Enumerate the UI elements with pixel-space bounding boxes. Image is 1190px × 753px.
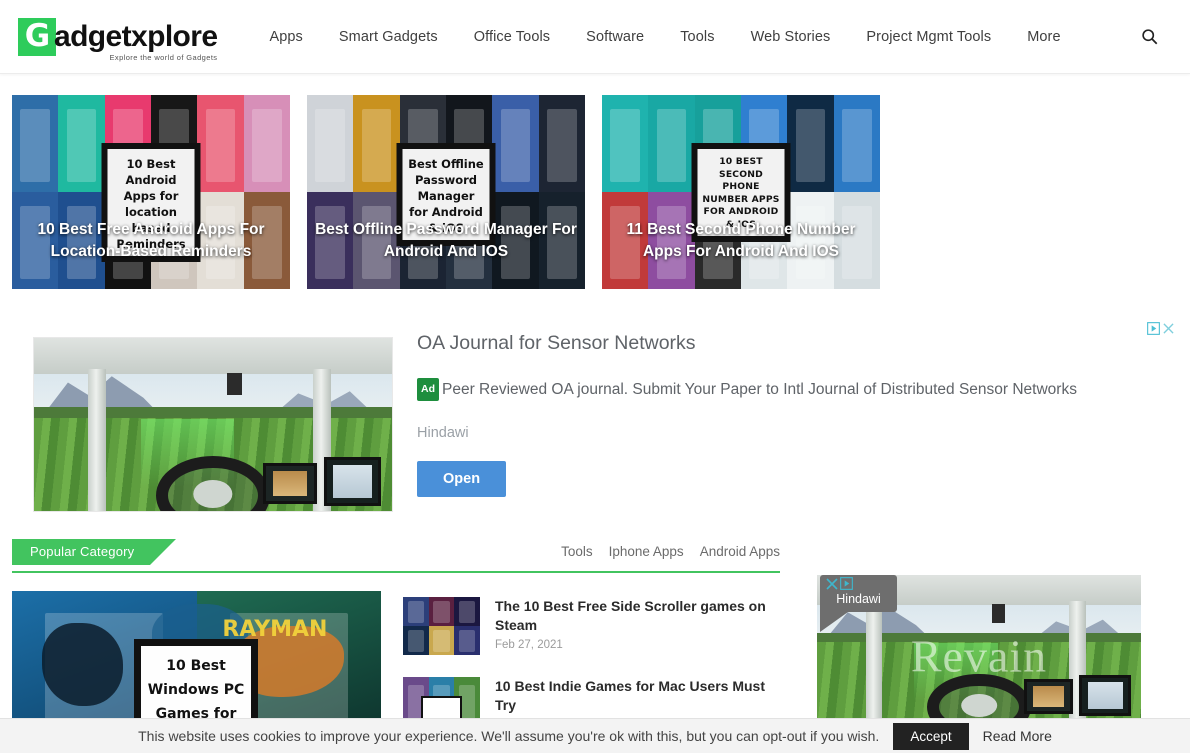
list-item[interactable]: The 10 Best Free Side Scroller games on … bbox=[403, 591, 780, 671]
ad-badge: Ad bbox=[417, 378, 439, 401]
nav-item-tools[interactable]: Tools bbox=[662, 21, 732, 53]
nav-item-software[interactable]: Software bbox=[568, 21, 662, 53]
nav-item-apps[interactable]: Apps bbox=[251, 21, 320, 53]
adchoices-icon bbox=[840, 577, 853, 590]
nav-item-office-tools[interactable]: Office Tools bbox=[456, 21, 568, 53]
adchoices-controls[interactable] bbox=[1147, 322, 1174, 335]
close-icon bbox=[826, 577, 838, 590]
popular-category-arrow-decoration bbox=[150, 539, 177, 565]
advertisement-image[interactable] bbox=[33, 337, 393, 512]
cookie-message: This website uses cookies to improve you… bbox=[138, 728, 880, 744]
ad-description: Ad Peer Reviewed OA journal. Submit Your … bbox=[417, 378, 1138, 401]
logo-wordmark: adgetxplore bbox=[54, 19, 218, 53]
list-item-title[interactable]: 10 Best Indie Games for Mac Users Must T… bbox=[495, 677, 780, 715]
nav-item-project-mgmt-tools[interactable]: Project Mgmt Tools bbox=[848, 21, 1009, 53]
logo-tagline: Explore the world of Gadgets bbox=[109, 52, 218, 62]
nav-item-web-stories[interactable]: Web Stories bbox=[733, 21, 849, 53]
main-navigation: Apps Smart Gadgets Office Tools Software… bbox=[251, 21, 1134, 53]
featured-post-card[interactable]: 10 BEST SECOND PHONE NUMBER APPS FOR AND… bbox=[602, 95, 880, 289]
search-icon[interactable] bbox=[1134, 22, 1164, 52]
popular-category-header: Popular Category Tools Iphone Apps Andro… bbox=[12, 539, 780, 569]
cookie-consent-bar: This website uses cookies to improve you… bbox=[0, 718, 1190, 753]
sidebar-ad-watermark: Revain bbox=[910, 630, 1048, 682]
tab-iphone-apps[interactable]: Iphone Apps bbox=[609, 544, 684, 559]
adchoices-icon bbox=[1147, 322, 1160, 335]
featured-post-title: Best Offline Password Manager For Androi… bbox=[315, 221, 577, 260]
cookie-accept-button[interactable]: Accept bbox=[893, 722, 969, 750]
list-item-title[interactable]: The 10 Best Free Side Scroller games on … bbox=[495, 597, 780, 635]
ad-open-button[interactable]: Open bbox=[417, 461, 507, 497]
close-icon bbox=[1163, 323, 1174, 334]
sidebar-ad-controls[interactable] bbox=[826, 577, 853, 590]
site-header: G adgetxplore Explore the world of Gadge… bbox=[0, 0, 1190, 74]
cookie-read-more-link[interactable]: Read More bbox=[983, 728, 1052, 744]
featured-post-title: 11 Best Second Phone Number Apps For And… bbox=[626, 221, 856, 260]
main-advertisement[interactable]: OA Journal for Sensor Networks Ad Peer Re… bbox=[12, 318, 1178, 512]
popular-category-label: Popular Category bbox=[12, 539, 151, 565]
tab-tools[interactable]: Tools bbox=[561, 544, 593, 559]
nav-item-more[interactable]: More bbox=[1009, 21, 1078, 53]
featured-posts-row: 10 Best Android Apps for location based … bbox=[0, 74, 1190, 289]
featured-post-card[interactable]: Best Offline Password Manager for Androi… bbox=[307, 95, 585, 289]
sidebar-ad-advertiser-name: Hindawi bbox=[836, 592, 881, 606]
nav-item-smart-gadgets[interactable]: Smart Gadgets bbox=[321, 21, 456, 53]
list-item-date: Feb 27, 2021 bbox=[495, 639, 563, 651]
featured-post-title: 10 Best Free Android Apps For Location-B… bbox=[37, 221, 265, 260]
tab-android-apps[interactable]: Android Apps bbox=[700, 544, 780, 559]
ad-description-text: Peer Reviewed OA journal. Submit Your Pa… bbox=[442, 381, 1077, 398]
category-tabs: Tools Iphone Apps Android Apps bbox=[561, 539, 780, 559]
featured-post-card[interactable]: 10 Best Android Apps for location based … bbox=[12, 95, 290, 289]
ad-headline[interactable]: OA Journal for Sensor Networks bbox=[417, 330, 1138, 356]
logo-mark-icon: G bbox=[18, 17, 56, 56]
site-logo[interactable]: G adgetxplore Explore the world of Gadge… bbox=[18, 17, 218, 62]
ad-advertiser-name: Hindawi bbox=[417, 425, 469, 441]
list-item-thumbnail bbox=[403, 597, 480, 655]
